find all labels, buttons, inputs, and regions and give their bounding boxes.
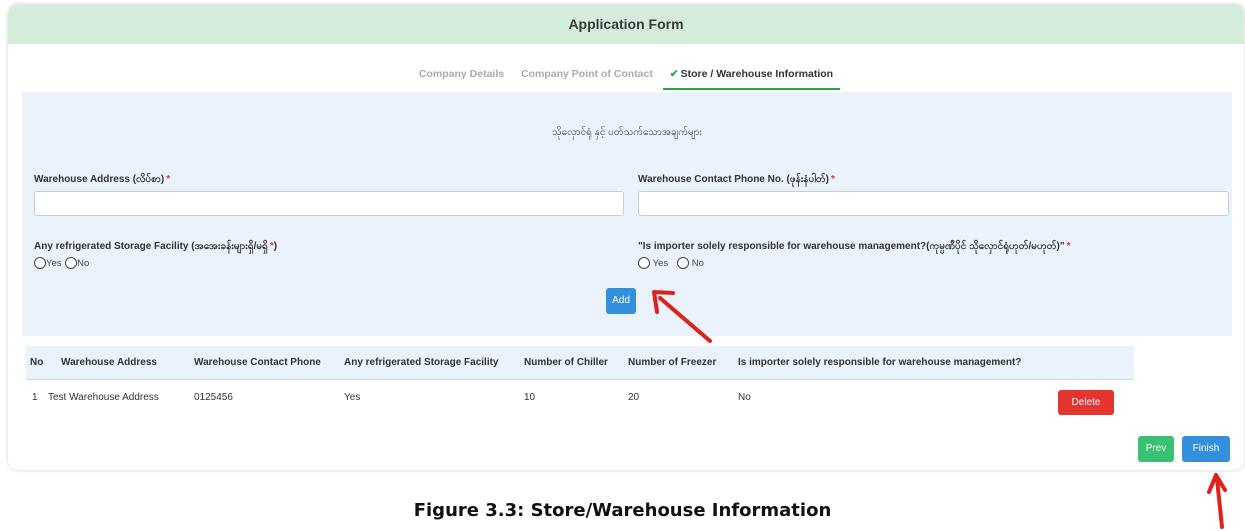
- cell-phone: 0125456: [194, 392, 233, 403]
- refrigerated-label: Any refrigerated Storage Facility (အအေးခ…: [34, 239, 277, 254]
- tab-store-warehouse-label: Store / Warehouse Information: [680, 68, 834, 80]
- cell-address: Test Warehouse Address: [48, 392, 159, 403]
- warehouse-address-label: Warehouse Address (လိပ်စာ) *: [34, 172, 170, 187]
- radio-label-yes: Yes: [652, 257, 669, 269]
- radio-label-yes: Yes: [46, 257, 62, 269]
- refrigerated-label-suffix: ): [273, 241, 278, 252]
- refrigerated-radio-group: Yes No: [34, 257, 90, 269]
- add-button[interactable]: Add: [606, 288, 636, 314]
- tab-store-warehouse-information[interactable]: ✔ Store / Warehouse Information: [662, 64, 841, 90]
- cell-no: 1: [32, 392, 38, 403]
- column-header-freezer: Number of Freezer: [628, 357, 717, 368]
- radio-label-no: No: [77, 257, 90, 269]
- required-mark: *: [830, 174, 835, 185]
- step-tabs: Company Details Company Point of Contact…: [8, 64, 1244, 92]
- warehouse-address-label-text: Warehouse Address (လိပ်စာ): [34, 174, 165, 185]
- importer-yes-radio[interactable]: [638, 257, 650, 269]
- cell-chiller: 10: [524, 392, 536, 403]
- delete-button[interactable]: Delete: [1058, 390, 1114, 415]
- required-mark: *: [166, 174, 171, 185]
- warehouse-form: သိုလှောင်ရုံ နှင့် ပတ်သက်သောအချက်များ Wa…: [22, 92, 1232, 336]
- figure-caption: Figure 3.3: Store/Warehouse Information: [413, 500, 832, 521]
- warehouse-phone-label: Warehouse Contact Phone No. (ဖုန်းနံပါတ်…: [638, 172, 835, 187]
- tab-company-point-of-contact[interactable]: Company Point of Contact: [514, 64, 660, 88]
- importer-responsible-label: "Is importer solely responsible for ware…: [638, 239, 1070, 254]
- section-title: သိုလှောင်ရုံ နှင့် ပတ်သက်သောအချက်များ: [552, 127, 702, 138]
- prev-button[interactable]: Prev: [1138, 436, 1174, 462]
- column-header-refrigerated: Any refrigerated Storage Facility: [344, 357, 499, 368]
- refrigerated-label-text: Any refrigerated Storage Facility (အအေးခ…: [34, 241, 268, 252]
- table-row: 1 Test Warehouse Address 0125456 Yes 10 …: [26, 381, 1134, 417]
- importer-responsible-radio-group: Yes No: [638, 257, 705, 269]
- finish-button[interactable]: Finish: [1182, 436, 1230, 462]
- cell-importer-responsible: No: [738, 392, 751, 403]
- column-header-chiller: Number of Chiller: [524, 357, 608, 368]
- column-header-no: No: [30, 357, 44, 368]
- cell-freezer: 20: [628, 392, 640, 403]
- required-mark: *: [1066, 241, 1071, 252]
- refrigerated-yes-radio[interactable]: [34, 257, 46, 269]
- warehouse-address-input[interactable]: [34, 191, 624, 216]
- check-icon: ✔: [669, 68, 679, 80]
- tab-company-details[interactable]: Company Details: [412, 64, 511, 88]
- cell-refrigerated: Yes: [344, 392, 361, 403]
- column-header-importer-responsible: Is importer solely responsible for wareh…: [738, 357, 1022, 368]
- column-header-address: Warehouse Address: [61, 357, 157, 368]
- column-header-phone: Warehouse Contact Phone: [194, 357, 321, 368]
- importer-responsible-label-text: "Is importer solely responsible for ware…: [638, 241, 1065, 252]
- radio-label-no: No: [691, 257, 704, 269]
- warehouse-phone-label-text: Warehouse Contact Phone No. (ဖုန်းနံပါတ်…: [638, 174, 829, 185]
- warehouse-phone-input[interactable]: [638, 191, 1229, 216]
- application-form-card: Application Form Company Details Company…: [8, 4, 1244, 470]
- form-title: Application Form: [8, 4, 1244, 44]
- warehouse-table-header: No Warehouse Address Warehouse Contact P…: [26, 346, 1134, 380]
- refrigerated-no-radio[interactable]: [65, 257, 78, 269]
- importer-no-radio[interactable]: [677, 257, 690, 269]
